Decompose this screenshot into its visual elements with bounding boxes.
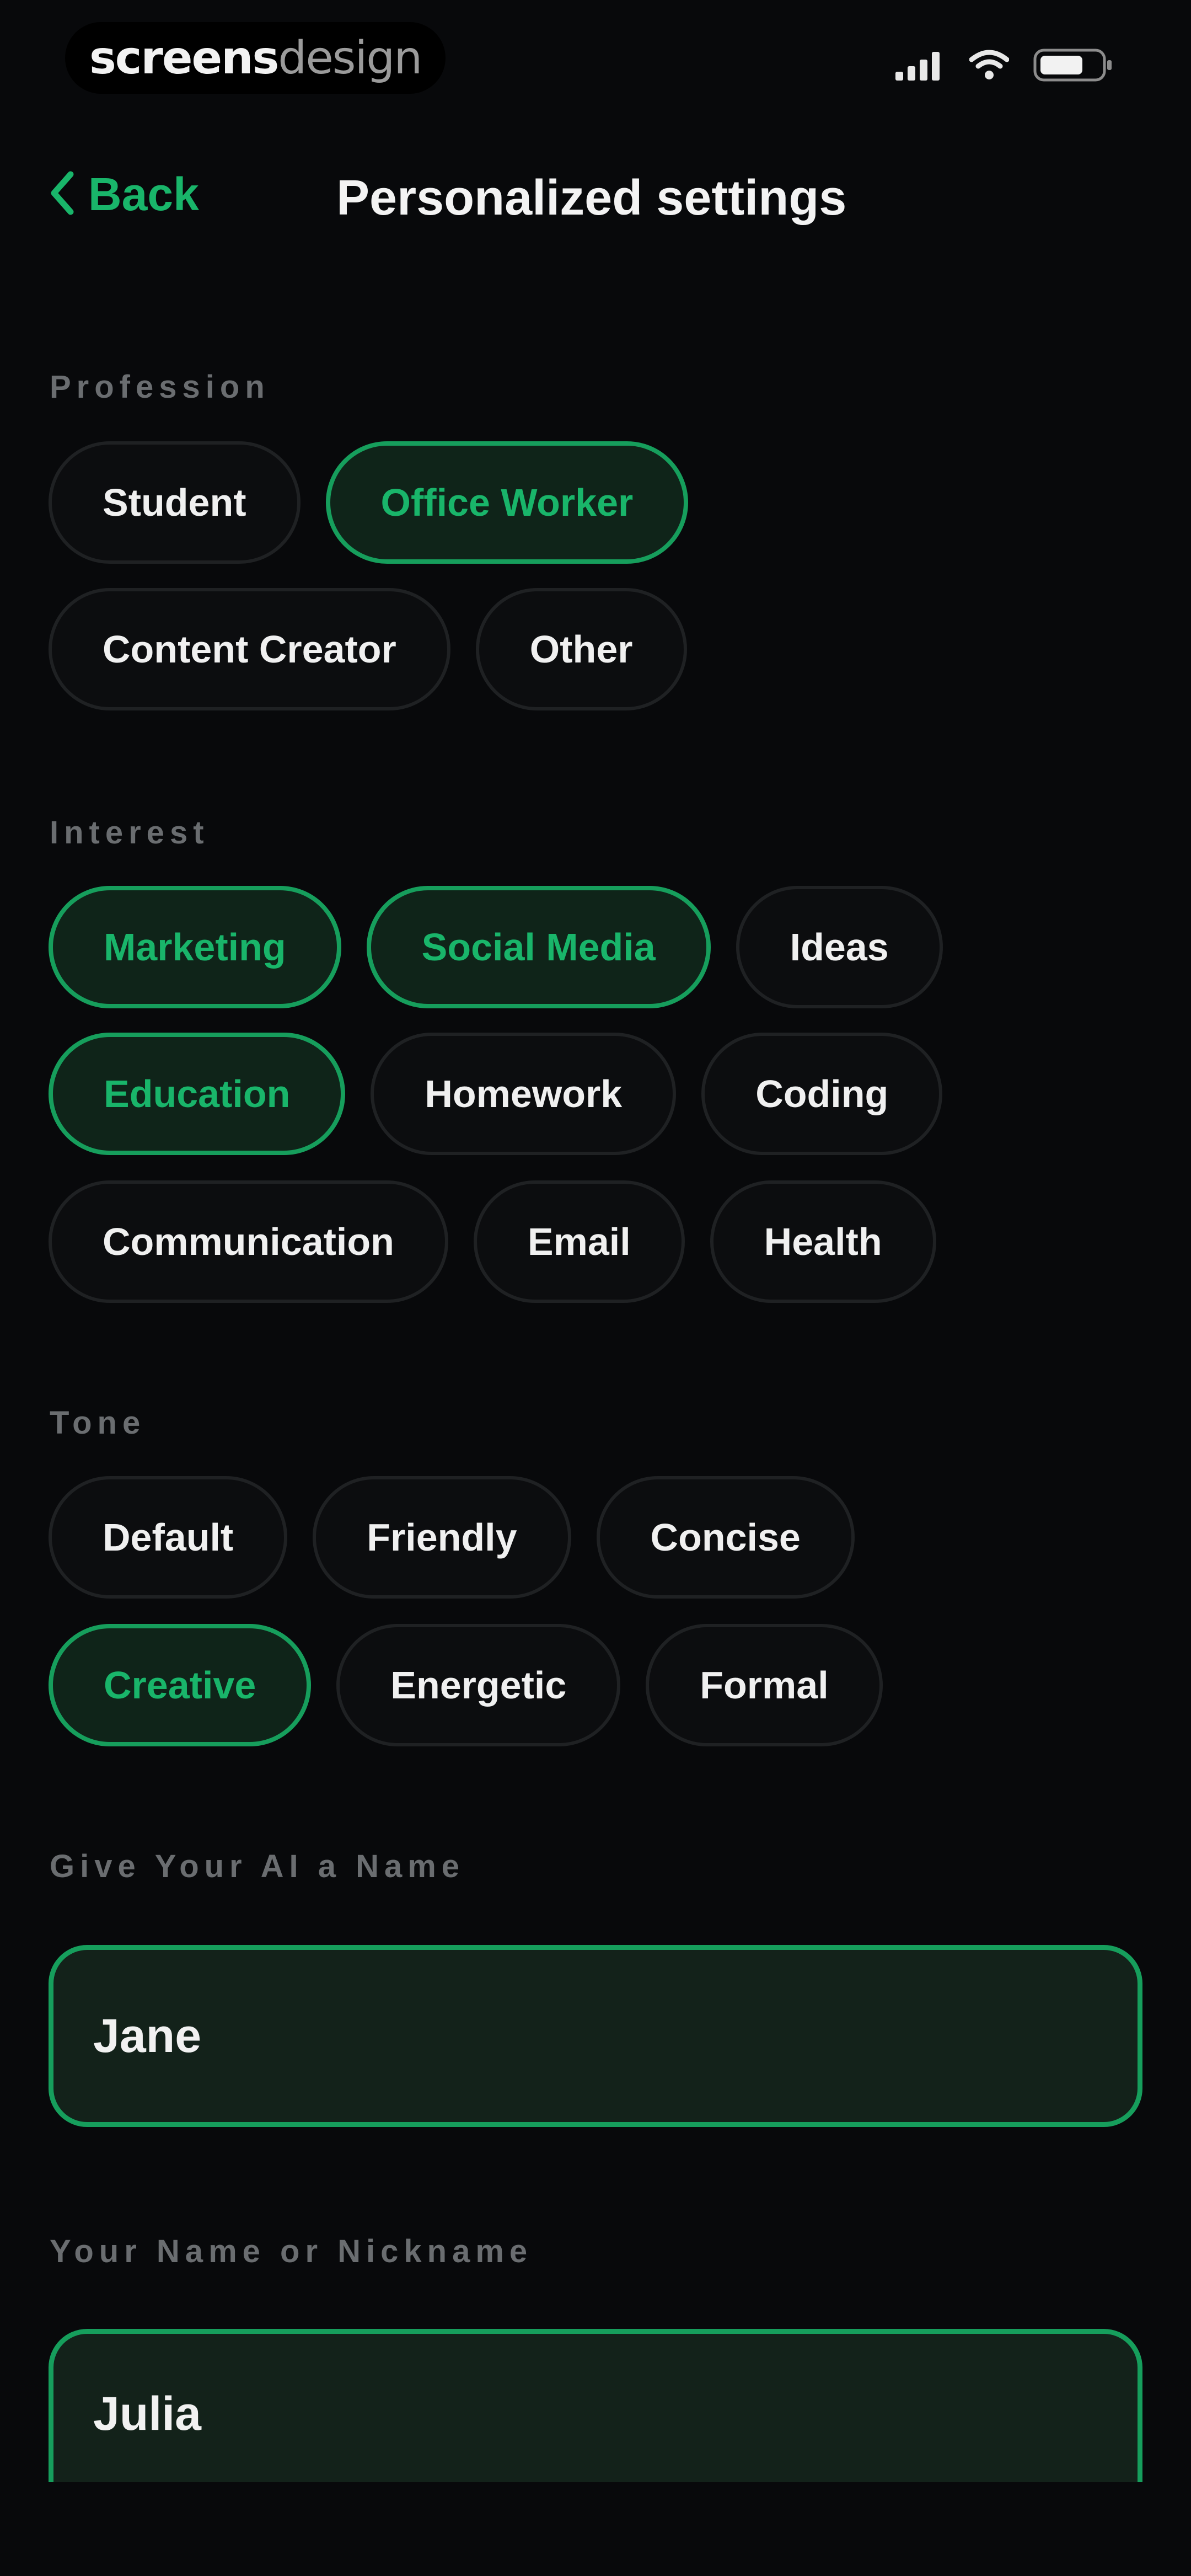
profession-chip-student[interactable]: Student	[49, 441, 301, 564]
user-name-section-label: Your Name or Nickname	[50, 2233, 533, 2269]
watermark-bold-text: screens	[89, 31, 279, 84]
profession-chip-row-2: Content Creator Other	[49, 588, 687, 710]
tone-chip-default[interactable]: Default	[49, 1476, 288, 1599]
wifi-icon	[969, 50, 1009, 81]
back-label: Back	[88, 168, 199, 220]
profession-chip-content-creator[interactable]: Content Creator	[49, 588, 450, 710]
chevron-left-icon	[49, 170, 76, 219]
tone-chip-row-1: Default Friendly Concise	[49, 1476, 855, 1599]
interest-chip-social-media[interactable]: Social Media	[366, 886, 711, 1008]
tone-chip-formal[interactable]: Formal	[646, 1624, 883, 1746]
tone-chip-row-2: Creative Energetic Formal	[49, 1624, 883, 1746]
tone-chip-concise[interactable]: Concise	[596, 1476, 855, 1599]
tone-chip-creative[interactable]: Creative	[49, 1624, 312, 1746]
user-name-value: Julia	[93, 2387, 201, 2440]
tone-chip-energetic[interactable]: Energetic	[336, 1624, 621, 1746]
interest-chip-coding[interactable]: Coding	[701, 1033, 943, 1155]
interest-chip-communication[interactable]: Communication	[49, 1180, 448, 1303]
profession-chip-other[interactable]: Other	[475, 588, 687, 710]
ai-name-input[interactable]: Jane	[49, 1945, 1142, 2127]
back-button[interactable]: Back	[49, 168, 199, 221]
personalized-settings-screen: screens design Back Personalized setting…	[0, 0, 1191, 2576]
interest-chip-row-3: Communication Email Health	[49, 1180, 936, 1303]
tone-chip-friendly[interactable]: Friendly	[313, 1476, 571, 1599]
ai-name-value: Jane	[93, 2009, 202, 2062]
user-name-input[interactable]: Julia	[49, 2329, 1142, 2494]
interest-chip-row-1: Marketing Social Media Ideas	[49, 886, 943, 1008]
interest-chip-education[interactable]: Education	[49, 1033, 346, 1155]
battery-icon	[1033, 49, 1114, 82]
ai-name-section-label: Give Your AI a Name	[50, 1848, 465, 1884]
profession-chip-office-worker[interactable]: Office Worker	[325, 441, 689, 564]
watermark-light-text: design	[278, 31, 422, 84]
page-title: Personalized settings	[336, 170, 847, 226]
profession-chip-row-1: Student Office Worker	[49, 441, 689, 564]
navigation-bar: Back Personalized settings	[0, 154, 1191, 243]
bottom-scroll-edge	[0, 2482, 1191, 2576]
screensdesign-watermark: screens design	[65, 22, 446, 94]
interest-chip-homework[interactable]: Homework	[371, 1033, 677, 1155]
interest-chip-email[interactable]: Email	[473, 1180, 685, 1303]
interest-section-label: Interest	[50, 815, 210, 851]
interest-chip-ideas[interactable]: Ideas	[736, 886, 943, 1008]
interest-chip-row-2: Education Homework Coding	[49, 1033, 943, 1155]
status-bar: screens design	[0, 0, 1191, 116]
interest-chip-marketing[interactable]: Marketing	[49, 886, 341, 1008]
status-icons	[895, 49, 1114, 82]
tone-section-label: Tone	[50, 1405, 146, 1441]
cellular-signal-icon	[895, 50, 945, 81]
profession-section-label: Profession	[50, 369, 270, 405]
interest-chip-health[interactable]: Health	[710, 1180, 936, 1303]
